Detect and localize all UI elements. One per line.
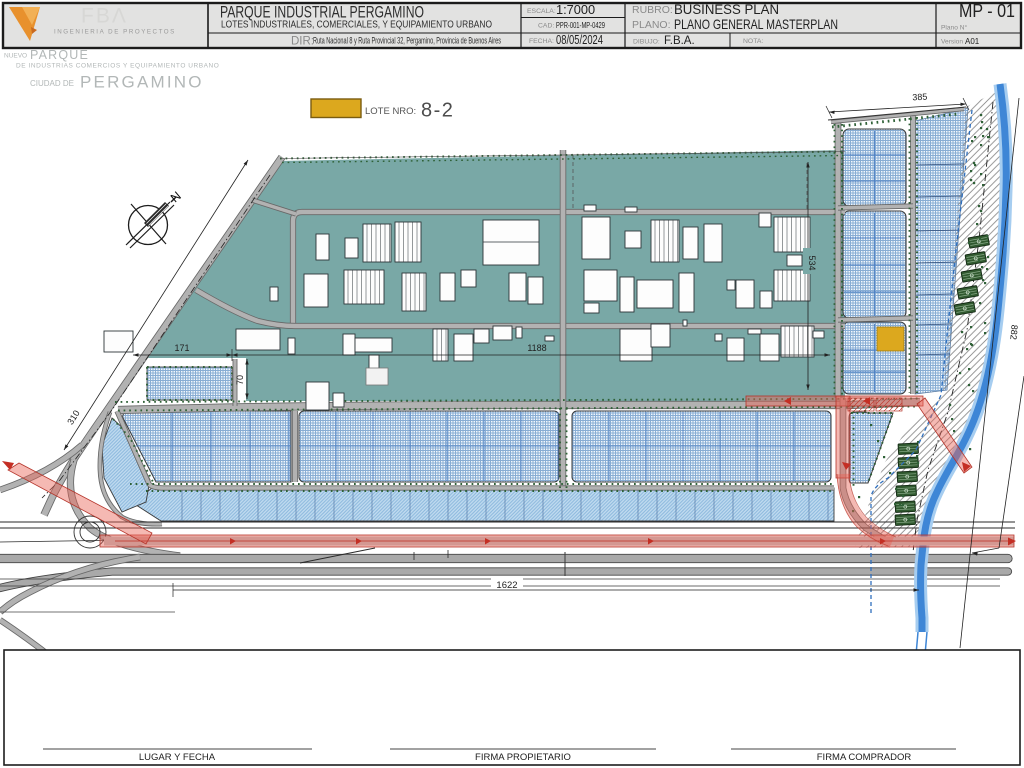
svg-text:1622: 1622 [496,580,517,591]
svg-text:DIBUJO:: DIBUJO: [633,39,660,46]
svg-text:FECHA:: FECHA: [529,38,554,45]
svg-text:FIRMA COMPRADOR: FIRMA COMPRADOR [817,752,912,763]
svg-text:MP - 01: MP - 01 [959,1,1015,21]
svg-text:FIRMA PROPIETARIO: FIRMA PROPIETARIO [475,752,571,763]
svg-text:PARQUE: PARQUE [30,48,89,62]
svg-text:BUSINESS PLAN: BUSINESS PLAN [674,2,779,17]
svg-text:Ruta Nacional 8 y Ruta Provinc: Ruta Nacional 8 y Ruta Provincial 32, Pe… [313,36,501,47]
svg-text:PPR-001-MP-0429: PPR-001-MP-0429 [556,21,605,30]
svg-text:CIUDAD DE: CIUDAD DE [30,79,74,88]
svg-text:RUBRO:: RUBRO: [632,4,673,16]
svg-text:FBΛ: FBΛ [81,5,128,28]
svg-text:PLANO GENERAL MASTERPLAN: PLANO GENERAL MASTERPLAN [674,17,838,32]
svg-text:882: 882 [1008,324,1019,340]
svg-text:DE INDUSTRIAS COMERCIOS Y EQUI: DE INDUSTRIAS COMERCIOS Y EQUIPAMIENTO U… [16,63,219,70]
svg-text:08/05/2024: 08/05/2024 [556,32,603,47]
svg-text:NOTA:: NOTA: [743,38,763,45]
svg-text:385: 385 [912,92,928,103]
svg-text:Version: Version [941,39,963,46]
svg-text:F.B.A.: F.B.A. [664,35,695,47]
svg-text:171: 171 [174,343,189,353]
svg-text:1:7000: 1:7000 [556,2,595,17]
svg-text:PERGAMINO: PERGAMINO [80,73,204,92]
svg-text:70: 70 [235,375,245,385]
svg-text:8-2: 8-2 [421,100,454,122]
svg-text:LUGAR Y FECHA: LUGAR Y FECHA [139,752,216,763]
svg-text:INGENIERIA DE PROYECTOS: INGENIERIA DE PROYECTOS [54,29,176,36]
svg-text:ESCALA:: ESCALA: [527,8,556,15]
svg-text:Plano N°: Plano N° [941,24,967,32]
svg-text:LOTE NRO:: LOTE NRO: [365,106,416,117]
svg-text:LOTES INDUSTRIALES, COMERCIALE: LOTES INDUSTRIALES, COMERCIALES, Y EQUIP… [221,20,492,31]
svg-text:534: 534 [807,255,817,270]
svg-text:CAD:: CAD: [538,23,554,30]
svg-text:A01: A01 [965,37,980,46]
svg-text:PLANO:: PLANO: [632,19,671,31]
svg-text:NUEVO: NUEVO [4,53,27,60]
svg-text:DIR:: DIR: [291,36,314,48]
svg-text:1188: 1188 [527,343,546,353]
